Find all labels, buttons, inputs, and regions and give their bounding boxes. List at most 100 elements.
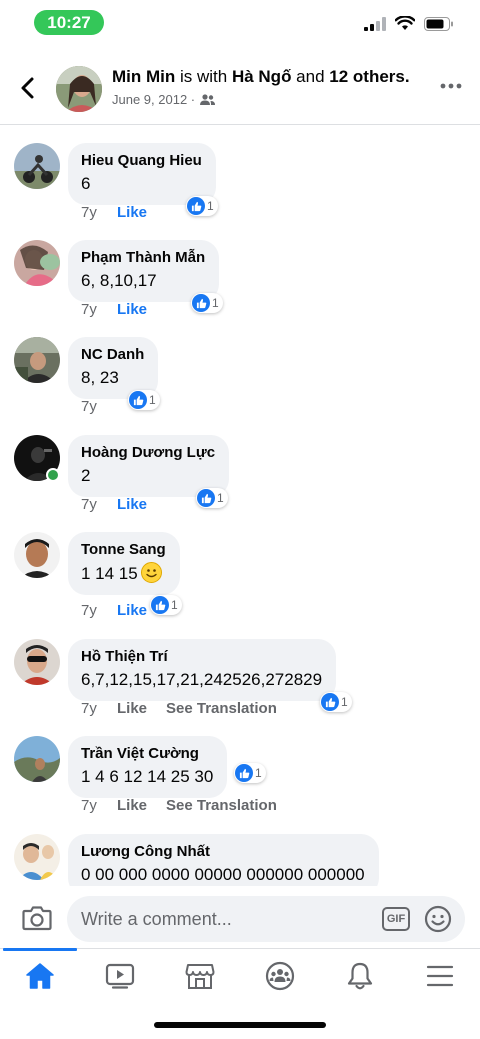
commenter-avatar[interactable]	[14, 736, 60, 782]
comment-bubble[interactable]: Tonne Sang 1 14 15	[68, 532, 180, 595]
tagged-others[interactable]: 12 others.	[329, 67, 409, 86]
comment-age[interactable]: 7y	[81, 398, 117, 415]
with-text: is with	[175, 67, 232, 86]
nav-menu[interactable]	[400, 949, 480, 1003]
chevron-left-icon[interactable]	[18, 76, 38, 100]
reaction-count: 1	[149, 393, 156, 407]
poster-name[interactable]: Min Min	[112, 67, 175, 86]
reaction-count-badge[interactable]: 1	[320, 692, 352, 712]
menu-icon	[426, 965, 454, 987]
ellipsis-icon[interactable]	[440, 80, 462, 92]
nav-marketplace[interactable]	[160, 949, 240, 1003]
like-button[interactable]: Like	[117, 602, 166, 619]
active-tab-indicator	[3, 948, 77, 951]
thumbs-up-icon	[129, 391, 147, 409]
smiley-emoji-icon	[140, 562, 162, 583]
comment-age[interactable]: 7y	[81, 301, 117, 318]
commenter-avatar[interactable]	[14, 639, 60, 685]
notifications-icon	[347, 962, 373, 990]
reaction-count: 1	[207, 199, 214, 213]
comment-age[interactable]: 7y	[81, 700, 117, 717]
commenter-name[interactable]: Hieu Quang Hieu	[81, 152, 202, 170]
comments-list[interactable]: Hieu Quang Hieu 6 1 7y Like Phạm Thành M…	[0, 126, 480, 886]
comment-text: 6	[81, 174, 91, 193]
watch-icon	[105, 963, 135, 989]
comment-text: 2	[81, 466, 91, 485]
status-time: 10:27	[34, 10, 104, 35]
comment-actions: 7y Like See Translation	[81, 797, 277, 814]
reaction-count-badge[interactable]: 1	[186, 196, 218, 216]
reaction-count: 1	[255, 766, 262, 780]
commenter-name[interactable]: NC Danh	[81, 346, 144, 364]
post-meta: June 9, 2012 ·	[112, 92, 216, 107]
commenter-name[interactable]: Hồ Thiện Trí	[81, 648, 322, 666]
comment-actions: 7y Like See Translation	[81, 700, 277, 717]
comment-age[interactable]: 7y	[81, 602, 117, 619]
post-header: Min Min is with Hà Ngố and 12 others. Ju…	[0, 58, 480, 124]
comment-text: 0 00 000 0000 00000 000000 000000	[81, 865, 365, 884]
comment-actions: 7y	[81, 398, 117, 415]
comment-age[interactable]: 7y	[81, 204, 117, 221]
comment-age[interactable]: 7y	[81, 797, 117, 814]
commenter-avatar[interactable]	[14, 532, 60, 578]
post-title: Min Min is with Hà Ngố and 12 others.	[112, 67, 410, 87]
thumbs-up-icon	[235, 764, 253, 782]
comment-text: 8, 23	[81, 368, 119, 387]
see-translation-link[interactable]: See Translation	[166, 797, 277, 814]
comment-actions: 7y Like	[81, 204, 166, 221]
like-button[interactable]: Like	[117, 204, 166, 221]
cellular-signal-icon	[364, 16, 386, 31]
like-button[interactable]: Like	[117, 301, 166, 318]
like-button[interactable]: Like	[117, 797, 166, 814]
like-button[interactable]: Like	[117, 496, 166, 513]
comment-bubble[interactable]: Lương Công Nhất 0 00 000 0000 00000 0000…	[68, 834, 379, 886]
thumbs-up-icon	[187, 197, 205, 215]
reaction-count-badge[interactable]: 1	[234, 763, 266, 783]
commenter-name[interactable]: Tonne Sang	[81, 541, 166, 559]
header-divider	[0, 124, 480, 125]
commenter-name[interactable]: Trần Việt Cường	[81, 745, 213, 763]
commenter-avatar[interactable]	[14, 834, 60, 880]
nav-groups[interactable]	[240, 949, 320, 1003]
commenter-name[interactable]: Lương Công Nhất	[81, 843, 365, 861]
thumbs-up-icon	[197, 489, 215, 507]
and-text: and	[291, 67, 330, 86]
comment-text-value: 1 14 15	[81, 564, 138, 583]
online-status-dot	[46, 468, 60, 482]
like-button[interactable]: Like	[117, 700, 166, 717]
status-icons	[364, 16, 454, 31]
poster-avatar[interactable]	[56, 66, 102, 112]
tagged-name[interactable]: Hà Ngố	[232, 67, 292, 86]
marketplace-icon	[185, 964, 215, 989]
thumbs-up-icon	[321, 693, 339, 711]
comment-text: 1 14 15	[81, 562, 166, 585]
commenter-name[interactable]: Phạm Thành Mẫn	[81, 249, 205, 267]
reaction-count-badge[interactable]: 1	[196, 488, 228, 508]
comment-text: 1 4 6 12 14 25 30	[81, 767, 214, 786]
reaction-count-badge[interactable]: 1	[191, 293, 223, 313]
home-indicator[interactable]	[154, 1022, 326, 1028]
nav-notifications[interactable]	[320, 949, 400, 1003]
comment-actions: 7y Like	[81, 496, 166, 513]
commenter-avatar[interactable]	[14, 143, 60, 189]
comment-bubble[interactable]: Trần Việt Cường 1 4 6 12 14 25 30	[68, 736, 228, 798]
nav-home[interactable]	[0, 948, 80, 1003]
reaction-count: 1	[341, 695, 348, 709]
wifi-icon	[395, 16, 415, 30]
reaction-count-badge[interactable]: 1	[128, 390, 160, 410]
smiley-icon[interactable]	[424, 905, 452, 933]
comment-bubble[interactable]: Hồ Thiện Trí 6,7,12,15,17,21,242526,2728…	[68, 639, 337, 701]
commenter-name[interactable]: Hoàng Dương Lực	[81, 444, 215, 462]
nav-watch[interactable]	[80, 949, 160, 1003]
commenter-avatar[interactable]	[14, 337, 60, 383]
comment-age[interactable]: 7y	[81, 496, 117, 513]
commenter-avatar[interactable]	[14, 240, 60, 286]
comment-composer: GIF	[0, 892, 480, 948]
friends-icon	[200, 93, 216, 105]
comment-actions: 7y Like	[81, 301, 166, 318]
gif-button[interactable]: GIF	[382, 907, 410, 931]
post-date[interactable]: June 9, 2012 ·	[112, 92, 195, 107]
see-translation-link[interactable]: See Translation	[166, 700, 277, 717]
comment-text: 6,7,12,15,17,21,242526,272829	[81, 670, 323, 689]
camera-icon[interactable]	[22, 905, 52, 931]
